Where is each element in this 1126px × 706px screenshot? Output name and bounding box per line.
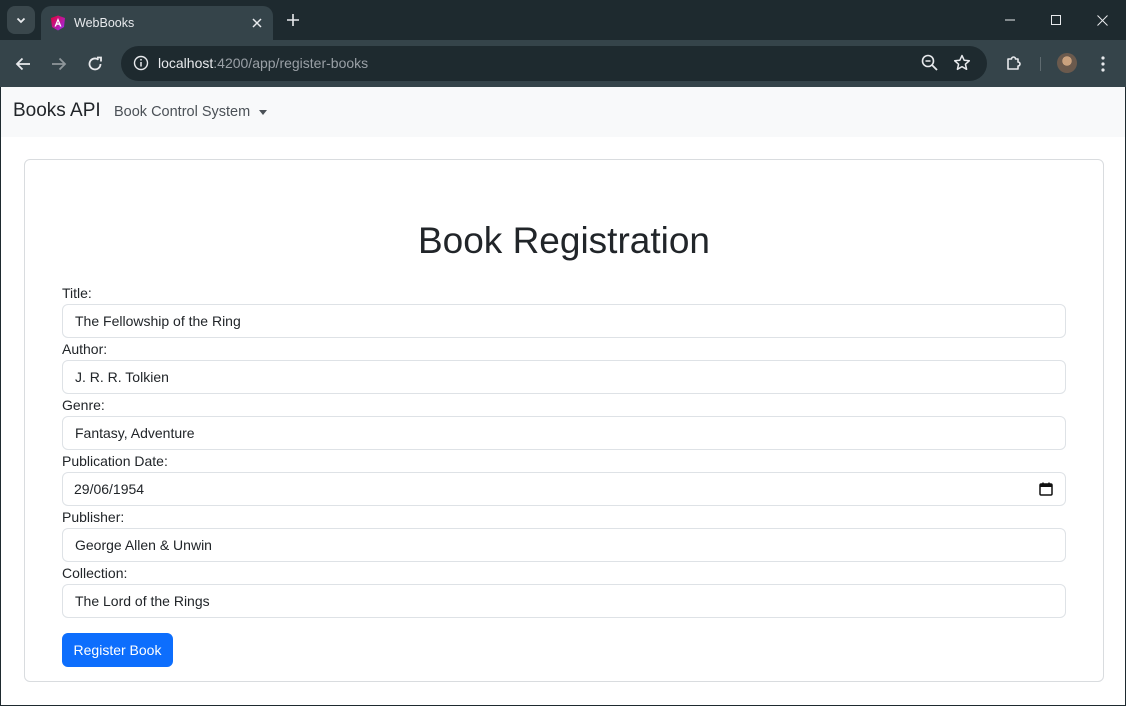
publisher-label: Publisher: <box>62 509 125 525</box>
publication-date-input[interactable]: 29/06/1954 <box>62 472 1066 506</box>
window-close-button[interactable] <box>1079 4 1125 36</box>
new-tab-button[interactable] <box>281 8 305 32</box>
forward-button[interactable] <box>45 50 73 78</box>
arrow-left-icon <box>15 57 30 71</box>
minimize-icon <box>1005 19 1015 21</box>
puzzle-icon <box>1007 56 1021 70</box>
angular-favicon-icon <box>51 15 65 31</box>
browser-toolbar: localhost:4200/app/register-books <box>0 40 1126 87</box>
maximize-button[interactable] <box>1033 4 1079 36</box>
reload-icon <box>88 56 102 71</box>
calendar-icon[interactable] <box>1039 482 1053 496</box>
browser-tab[interactable]: WebBooks <box>41 6 273 40</box>
zoom-out-icon[interactable] <box>919 52 941 74</box>
genre-label: Genre: <box>62 397 105 413</box>
collection-label: Collection: <box>62 565 128 581</box>
author-label: Author: <box>62 341 108 357</box>
minimize-button[interactable] <box>987 4 1033 36</box>
url-text: localhost:4200/app/register-books <box>158 55 368 71</box>
bookmark-star-icon[interactable] <box>951 52 973 74</box>
reload-button[interactable] <box>81 50 109 78</box>
navbar-brand[interactable]: Books API <box>13 100 101 122</box>
page-title: Book Registration <box>417 220 711 261</box>
site-info-button[interactable] <box>129 51 153 75</box>
page-viewport: Books API Book Control System Book Regis… <box>0 87 1126 706</box>
tab-close-button[interactable] <box>247 13 267 33</box>
genre-input[interactable]: Fantasy, Adventure <box>62 416 1066 450</box>
browser-menu-button[interactable] <box>1093 51 1113 77</box>
caret-down-icon <box>259 109 268 115</box>
dropdown-label: Book Control System <box>114 104 251 120</box>
close-icon <box>1096 14 1108 26</box>
address-bar[interactable]: localhost:4200/app/register-books <box>121 46 987 81</box>
publication-date-label: Publication Date: <box>62 453 168 469</box>
registration-card: Book Registration Title: The Fellowship … <box>24 159 1104 682</box>
book-control-dropdown[interactable]: Book Control System <box>114 104 268 120</box>
chevron-down-icon <box>16 17 26 24</box>
info-icon <box>133 55 149 71</box>
more-vertical-icon <box>1101 56 1105 72</box>
browser-titlebar: WebBooks <box>0 0 1126 40</box>
publication-date-value: 29/06/1954 <box>74 481 145 497</box>
tab-title: WebBooks <box>74 16 135 30</box>
extensions-button[interactable] <box>1001 50 1027 76</box>
author-input[interactable]: J. R. R. Tolkien <box>62 360 1066 394</box>
url-host: localhost <box>158 55 214 71</box>
publisher-input[interactable]: George Allen & Unwin <box>62 528 1066 562</box>
toolbar-separator <box>1040 57 1041 71</box>
tab-search-button[interactable] <box>7 6 35 34</box>
arrow-right-icon <box>52 57 67 71</box>
plus-icon <box>287 14 299 26</box>
url-path: :4200/app/register-books <box>213 55 369 71</box>
title-label: Title: <box>62 285 92 301</box>
collection-input[interactable]: The Lord of the Rings <box>62 584 1066 618</box>
back-button[interactable] <box>9 50 37 78</box>
title-input[interactable]: The Fellowship of the Ring <box>62 304 1066 338</box>
close-icon <box>252 18 262 28</box>
register-book-button[interactable]: Register Book <box>62 633 173 667</box>
app-navbar: Books API Book Control System <box>1 87 1125 137</box>
profile-avatar[interactable] <box>1057 53 1077 73</box>
maximize-icon <box>1051 15 1061 25</box>
